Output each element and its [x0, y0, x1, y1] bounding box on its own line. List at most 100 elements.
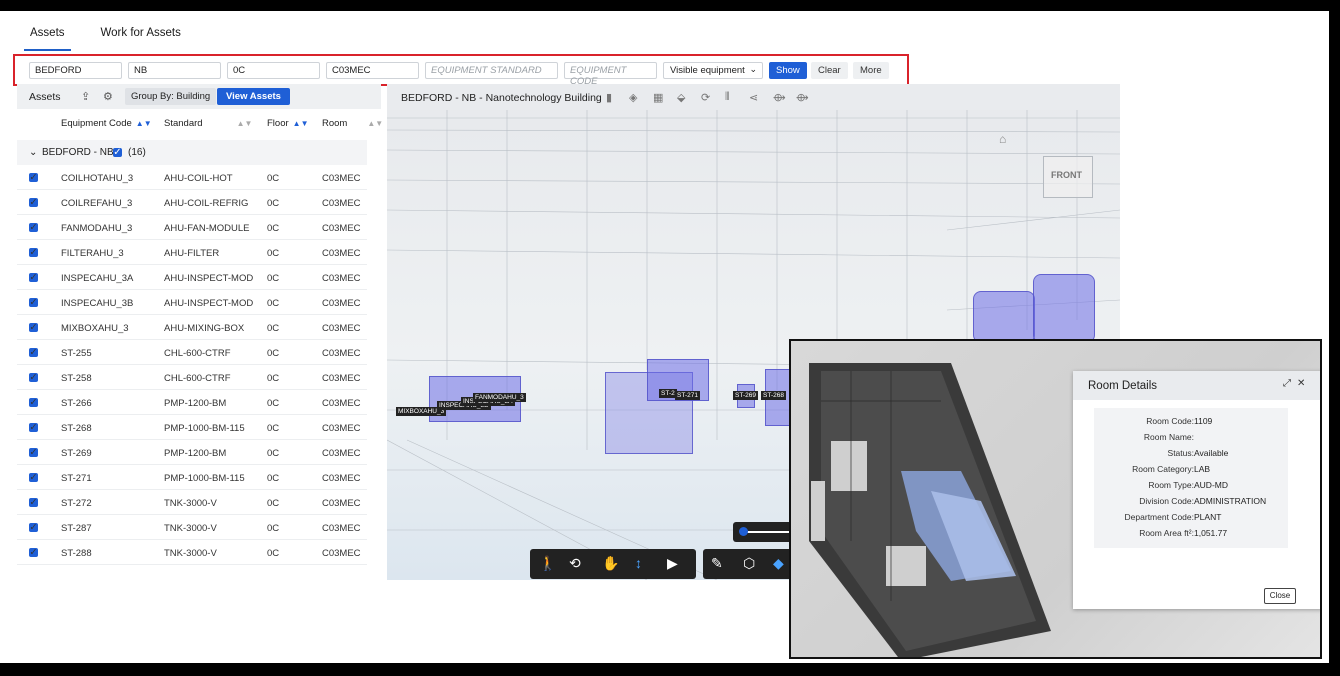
zoom-icon[interactable]: ↕	[635, 555, 642, 571]
cell-room: C03MEC	[322, 273, 361, 284]
viewcube[interactable]: FRONT	[1043, 156, 1093, 198]
field-value: PLANT	[1194, 512, 1222, 522]
home-icon[interactable]: ⌂	[999, 132, 1006, 146]
sort-icon: ▲▼	[367, 119, 384, 128]
view-assets-button[interactable]: View Assets	[217, 88, 290, 105]
gear-icon[interactable]: ⚙	[103, 90, 113, 103]
column-header-equipment-code[interactable]: Equipment Code ▲▼	[61, 118, 152, 129]
cell-room: C03MEC	[322, 448, 361, 459]
row-checkbox[interactable]: ✓	[29, 473, 38, 482]
measure-icon[interactable]: ✎	[711, 555, 723, 572]
tree-icon[interactable]: ⫴	[725, 91, 730, 104]
row-checkbox[interactable]: ✓	[29, 323, 38, 332]
cell-standard: AHU-INSPECT-MOD	[164, 273, 254, 284]
row-checkbox[interactable]: ✓	[29, 373, 38, 382]
equipment-label[interactable]: ST-271	[675, 391, 700, 400]
table-row[interactable]: ✓ ST-266 PMP-1200-BM 0C C03MEC	[17, 390, 367, 415]
clear-button[interactable]: Clear	[811, 62, 848, 79]
refresh-icon[interactable]: ⟳	[701, 91, 710, 104]
row-checkbox[interactable]: ✓	[29, 348, 38, 357]
orbit-alt-icon[interactable]: ⟴	[796, 91, 809, 104]
expand-icon[interactable]: ⤢	[1283, 378, 1291, 389]
equipment-label[interactable]: ST-268	[761, 391, 786, 400]
grid-icon[interactable]: ▦	[653, 91, 663, 104]
viewcube-label: FRONT	[1051, 170, 1082, 180]
row-checkbox[interactable]: ✓	[29, 548, 38, 557]
row-checkbox[interactable]: ✓	[29, 448, 38, 457]
room-input[interactable]: C03MEC	[326, 62, 419, 79]
floor-input[interactable]: 0C	[227, 62, 320, 79]
chevron-down-icon[interactable]: ⌄	[29, 147, 37, 158]
section-icon[interactable]: ⬡	[743, 555, 755, 572]
site-input[interactable]: BEDFORD	[29, 62, 122, 79]
row-checkbox[interactable]: ✓	[29, 248, 38, 257]
camera-icon[interactable]: ▶	[667, 555, 678, 572]
equipment-label[interactable]: ST-269	[733, 391, 758, 400]
table-row[interactable]: ✓ ST-288 TNK-3000-V 0C C03MEC	[17, 540, 367, 565]
model-icon[interactable]: ◆	[773, 555, 784, 572]
table-row[interactable]: ✓ ST-255 CHL-600-CTRF 0C C03MEC	[17, 340, 367, 365]
row-checkbox[interactable]: ✓	[29, 498, 38, 507]
bookmark-icon[interactable]: ▮	[606, 91, 612, 104]
layers-icon[interactable]: ◈	[629, 91, 637, 104]
row-checkbox[interactable]: ✓	[29, 273, 38, 282]
share-icon[interactable]: ⋖	[749, 91, 758, 104]
table-row[interactable]: ✓ ST-258 CHL-600-CTRF 0C C03MEC	[17, 365, 367, 390]
group-header[interactable]: ⌄ BEDFORD - NB ✓ (16)	[17, 140, 367, 165]
orbit-icon[interactable]: ⟴	[773, 91, 786, 104]
group-checkbox[interactable]: ✓	[113, 148, 122, 158]
row-checkbox[interactable]: ✓	[29, 298, 38, 307]
close-button[interactable]: Close	[1264, 588, 1296, 604]
field-value: 1,051.77	[1194, 528, 1228, 538]
walk-icon[interactable]: 🚶	[539, 555, 556, 572]
table-row[interactable]: ✓ FANMODAHU_3 AHU-FAN-MODULE 0C C03MEC	[17, 215, 367, 240]
equipment-code-input[interactable]: EQUIPMENT CODE	[564, 62, 657, 87]
equipment-standard-input[interactable]: EQUIPMENT STANDARD	[425, 62, 558, 79]
row-checkbox[interactable]: ✓	[29, 523, 38, 532]
column-header-floor[interactable]: Floor ▲▼	[267, 118, 309, 129]
table-row[interactable]: ✓ COILHOTAHU_3 AHU-COIL-HOT 0C C03MEC	[17, 165, 367, 190]
table-row[interactable]: ✓ ST-271 PMP-1000-BM-115 0C C03MEC	[17, 465, 367, 490]
row-checkbox[interactable]: ✓	[29, 198, 38, 207]
row-checkbox[interactable]: ✓	[29, 173, 38, 182]
cell-equipment-code: FANMODAHU_3	[61, 223, 133, 234]
table-row[interactable]: ✓ INSPECAHU_3B AHU-INSPECT-MOD 0C C03MEC	[17, 290, 367, 315]
table-row[interactable]: ✓ INSPECAHU_3A AHU-INSPECT-MOD 0C C03MEC	[17, 265, 367, 290]
slider-handle[interactable]	[739, 527, 748, 536]
building-input[interactable]: NB	[128, 62, 221, 79]
row-checkbox[interactable]: ✓	[29, 223, 38, 232]
group-count: (16)	[128, 147, 146, 158]
room-details-title: Room Details	[1088, 380, 1158, 392]
orbit-icon[interactable]: ⟲	[569, 555, 581, 572]
show-button[interactable]: Show	[769, 62, 807, 79]
export-icon[interactable]: ⇪	[81, 90, 90, 103]
tab-work-for-assets[interactable]: Work for Assets	[95, 25, 187, 51]
field-value: 1109	[1194, 416, 1213, 426]
tab-assets[interactable]: Assets	[24, 25, 71, 51]
group-by-button[interactable]: Group By: Building	[125, 88, 217, 105]
table-row[interactable]: ✓ COILREFAHU_3 AHU-COIL-REFRIG 0C C03MEC	[17, 190, 367, 215]
tag-icon[interactable]: ⬙	[677, 91, 685, 104]
equipment-label[interactable]: FANMODAHU_3	[473, 393, 526, 402]
table-row[interactable]: ✓ ST-268 PMP-1000-BM-115 0C C03MEC	[17, 415, 367, 440]
group-label: BEDFORD - NB	[42, 147, 114, 158]
column-header-room[interactable]: Room ▲▼	[322, 118, 383, 129]
table-row[interactable]: ✓ MIXBOXAHU_3 AHU-MIXING-BOX 0C C03MEC	[17, 315, 367, 340]
row-checkbox[interactable]: ✓	[29, 398, 38, 407]
table-row[interactable]: ✓ FILTERAHU_3 AHU-FILTER 0C C03MEC	[17, 240, 367, 265]
column-header-label: Room	[322, 118, 348, 129]
pan-hand-icon[interactable]: ✋	[602, 555, 619, 572]
cell-standard: CHL-600-CTRF	[164, 373, 231, 384]
table-row[interactable]: ✓ ST-269 PMP-1200-BM 0C C03MEC	[17, 440, 367, 465]
column-header-standard[interactable]: Standard ▲▼	[164, 118, 252, 129]
table-row[interactable]: ✓ ST-272 TNK-3000-V 0C C03MEC	[17, 490, 367, 515]
field-value: LAB	[1194, 464, 1211, 474]
more-button[interactable]: More	[853, 62, 889, 79]
visibility-select[interactable]: Visible equipment ⌄	[663, 62, 763, 79]
row-checkbox[interactable]: ✓	[29, 423, 38, 432]
main-tabs: Assets Work for Assets	[24, 25, 187, 51]
table-row[interactable]: ✓ ST-287 TNK-3000-V 0C C03MEC	[17, 515, 367, 540]
section-slider[interactable]	[733, 522, 793, 542]
cell-standard: PMP-1000-BM-115	[164, 473, 245, 484]
close-icon[interactable]: ✕	[1297, 378, 1305, 389]
